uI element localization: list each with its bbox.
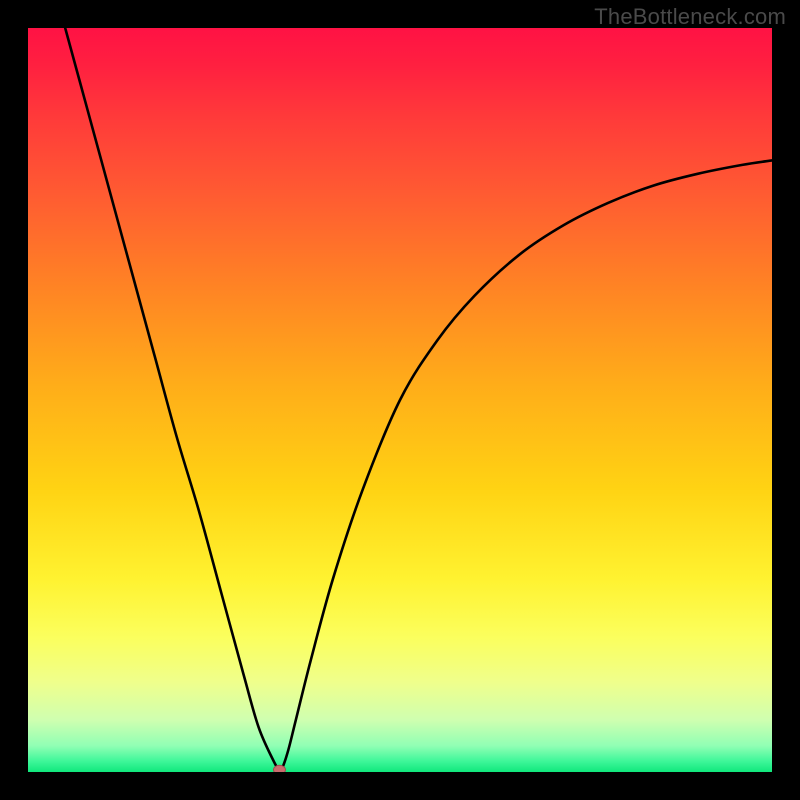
chart-frame: TheBottleneck.com (0, 0, 800, 800)
chart-svg (28, 28, 772, 772)
minimum-marker (273, 765, 285, 772)
watermark-text: TheBottleneck.com (594, 4, 786, 30)
plot-area (28, 28, 772, 772)
